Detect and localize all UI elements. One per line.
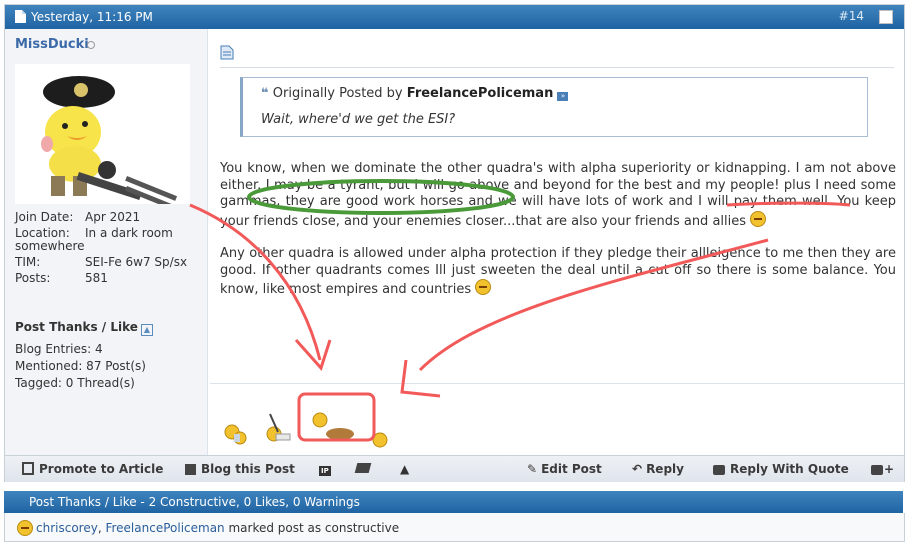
mentioned[interactable]: Mentioned: 87 Post(s) xyxy=(15,359,146,376)
reply-button[interactable]: ↶ Reply xyxy=(632,462,684,476)
message-body: You know, when we dominate the other qua… xyxy=(220,161,896,315)
collapse-icon[interactable]: ▲ xyxy=(140,324,153,336)
pencil-icon: ✎ xyxy=(527,462,538,476)
user-stats: Join Date: Apr 2021 Location: In a dark ro… xyxy=(15,210,205,287)
tags-icon xyxy=(354,463,372,473)
post-thanks-heading: Post Thanks / Like ▲ xyxy=(15,320,153,336)
post-thanks-bar: Post Thanks / Like - 2 Constructive, 0 L… xyxy=(4,491,903,513)
drunk-smiley-icon[interactable] xyxy=(224,424,247,445)
post-date: Yesterday, 11:16 PM xyxy=(31,10,153,24)
thanks-user-link[interactable]: chriscorey xyxy=(36,521,98,535)
thanks-users-line: chriscorey, FreelancePoliceman marked po… xyxy=(4,513,905,542)
multi-quote-icon xyxy=(871,465,883,475)
post-container: Yesterday, 11:16 PM #14 MissDucki Join D… xyxy=(4,4,905,482)
quote-block: ❝ Originally Posted by FreelancePolicema… xyxy=(240,77,868,137)
quote-icon: ❝ xyxy=(261,86,269,101)
message-paragraph: Any other quadra is allowed under alpha … xyxy=(220,246,896,297)
smiley-icon xyxy=(475,279,492,295)
dog-smiley-icon[interactable] xyxy=(312,412,388,448)
article-icon xyxy=(22,462,34,475)
reply-icon: ↶ xyxy=(632,462,643,476)
user-substats: Blog Entries: 4 Mentioned: 87 Post(s) Ta… xyxy=(15,342,146,393)
post-icon xyxy=(220,45,234,60)
user-info-panel: MissDucki Join Date: Apr 2021 Location: … xyxy=(5,29,208,455)
quote-attribution: ❝ Originally Posted by FreelancePolicema… xyxy=(261,86,569,101)
reaction-emoji-strip xyxy=(210,383,904,456)
reaction-emojis xyxy=(224,412,388,448)
quote-author: FreelancePoliceman xyxy=(406,86,554,101)
smiley-icon xyxy=(17,520,33,536)
report-multi-icon[interactable] xyxy=(354,462,372,476)
post-action-bar: Promote to Article Blog this Post IP ▲ ✎… xyxy=(5,455,904,482)
writing-smiley-icon[interactable] xyxy=(266,413,291,442)
thanks-user-link[interactable]: FreelancePoliceman xyxy=(105,521,224,535)
tagged[interactable]: Tagged: 0 Thread(s) xyxy=(15,376,146,393)
view-post-icon[interactable]: » xyxy=(557,92,569,101)
stat-row: somewhere xyxy=(15,239,85,253)
select-post-checkbox[interactable] xyxy=(879,10,893,24)
stat-row: Join Date: Apr 2021 xyxy=(15,210,141,224)
blog-icon xyxy=(185,464,196,475)
post-content: ❝ Originally Posted by FreelancePolicema… xyxy=(210,29,904,383)
warning-icon: ▲ xyxy=(400,462,410,476)
report-post-button[interactable]: ▲ xyxy=(400,462,409,476)
edit-post-button[interactable]: ✎ Edit Post xyxy=(527,462,602,476)
ip-icon: IP xyxy=(319,466,331,476)
stat-row: Posts: 581 xyxy=(15,271,108,285)
quote-text: Wait, where'd we get the ESI? xyxy=(261,112,456,127)
promote-to-article-button[interactable]: Promote to Article xyxy=(22,462,163,476)
plus-icon: + xyxy=(884,462,895,476)
content-divider xyxy=(220,67,894,68)
avatar[interactable] xyxy=(15,64,190,211)
blog-this-post-button[interactable]: Blog this Post xyxy=(185,462,295,476)
document-icon xyxy=(15,10,26,23)
username-link[interactable]: MissDucki xyxy=(15,37,89,52)
stat-row: TIM: SEI-Fe 6w7 Sp/sx xyxy=(15,255,188,269)
smiley-icon xyxy=(750,210,767,227)
reply-with-quote-button[interactable]: Reply With Quote xyxy=(713,462,849,476)
duck-avatar-image xyxy=(41,76,178,211)
quote-bubble-icon xyxy=(713,465,725,475)
ip-button[interactable]: IP xyxy=(319,462,331,476)
post-number-link[interactable]: #14 xyxy=(839,9,864,23)
offline-status-icon xyxy=(87,41,95,49)
post-header: Yesterday, 11:16 PM #14 xyxy=(5,5,904,29)
message-paragraph: You know, when we dominate the other qua… xyxy=(220,161,896,229)
blog-entries[interactable]: Blog Entries: 4 xyxy=(15,342,146,359)
multi-quote-button[interactable]: + xyxy=(871,462,894,476)
